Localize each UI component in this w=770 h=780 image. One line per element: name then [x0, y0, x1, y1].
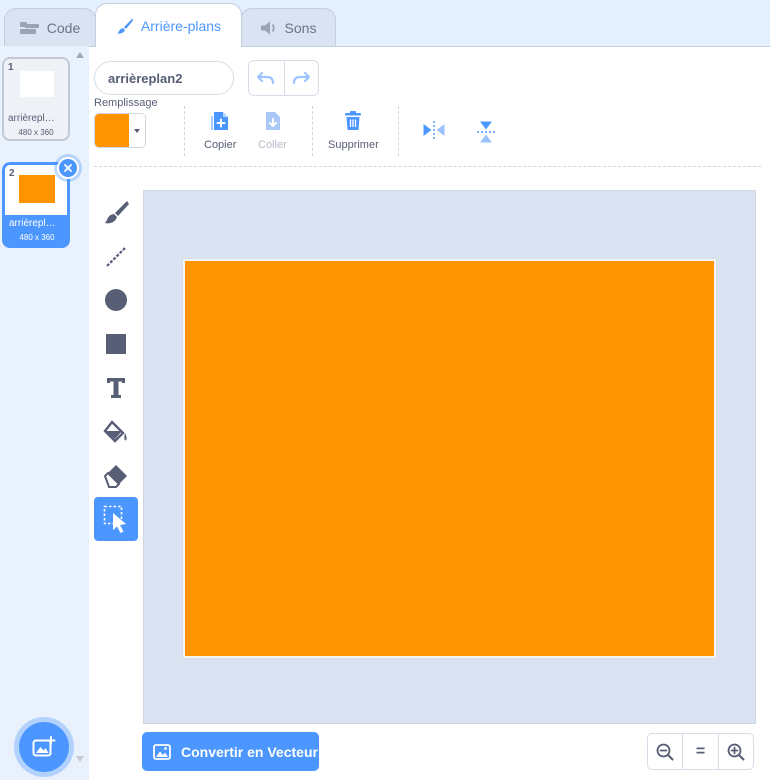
toolbar-divider [398, 106, 399, 156]
copy-button[interactable]: Copier [204, 110, 236, 151]
backdrop-thumbnail [19, 175, 55, 203]
paintbrush-icon [117, 18, 133, 34]
tab-backdrops-label: Arrière-plans [140, 17, 222, 34]
costume-name-input[interactable] [94, 61, 234, 95]
scroll-down-arrow-icon[interactable] [76, 756, 84, 762]
circle-icon [105, 289, 127, 311]
backdrop-list-scrollbar[interactable] [72, 46, 88, 780]
zoom-out-icon [656, 743, 674, 760]
toolbar-divider [94, 166, 761, 167]
paste-label: Coller [258, 139, 287, 151]
tab-sounds-label: Sons [284, 19, 317, 36]
brush-icon [105, 201, 129, 224]
line-tool[interactable] [94, 234, 138, 278]
paint-bucket-icon [103, 420, 127, 443]
selection-cursor-icon [103, 505, 126, 533]
add-image-icon [32, 736, 56, 757]
copy-icon [211, 112, 229, 130]
backdrop-size: 480 x 360 [18, 128, 54, 137]
backdrop-number: 2 [9, 168, 15, 179]
copy-label: Copier [204, 139, 237, 151]
tab-backdrops[interactable]: Arrière-plans [95, 3, 242, 47]
circle-tool[interactable] [94, 278, 138, 322]
toolbar-divider [312, 106, 313, 156]
backdrop-item-1[interactable]: 1 arrièrepl… 480 x 360 [2, 57, 70, 141]
eraser-tool[interactable] [94, 454, 138, 498]
zoom-in-icon [727, 743, 745, 760]
zoom-out-button[interactable] [648, 734, 682, 769]
editor-tabs: Code Arrière-plans Sons [0, 0, 770, 47]
brush-tool[interactable] [94, 190, 138, 234]
zoom-reset-button[interactable]: = [682, 734, 717, 769]
rectangle-icon [106, 334, 126, 354]
flip-horizontal-button[interactable] [422, 120, 446, 140]
select-tool[interactable] [94, 497, 138, 541]
eraser-icon [103, 465, 127, 488]
backdrop-name: arrièrepl… [8, 113, 55, 124]
add-backdrop-button[interactable] [19, 722, 69, 772]
speaker-icon [260, 21, 275, 34]
zoom-reset-label: = [695, 742, 706, 760]
undo-icon [257, 72, 275, 84]
backdrop-name: arrièrepl… [9, 218, 56, 229]
delete-button[interactable]: Supprimer [328, 110, 379, 151]
fill-color-picker[interactable] [94, 113, 146, 148]
zoom-controls: = [647, 733, 754, 770]
tab-code[interactable]: Code [4, 8, 96, 46]
convert-to-vector-button[interactable]: Convertir en Vecteur [142, 732, 319, 771]
backdrop-number: 1 [8, 62, 14, 73]
undo-redo-group [248, 60, 319, 96]
tab-sounds[interactable]: Sons [240, 8, 336, 46]
flip-horizontal-icon [423, 121, 445, 139]
backdrop-item-2[interactable]: 2 arrièrepl… 480 x 360 [2, 157, 79, 248]
paste-button[interactable]: Coller [258, 110, 287, 151]
code-icon [19, 21, 39, 34]
fill-color-swatch [95, 114, 129, 147]
rectangle-tool[interactable] [94, 322, 138, 366]
fill-label: Remplissage [94, 97, 158, 109]
flip-vertical-button[interactable] [476, 120, 496, 144]
redo-icon [293, 72, 311, 84]
delete-label: Supprimer [328, 139, 379, 151]
paste-icon [266, 112, 281, 130]
line-icon [106, 246, 127, 267]
convert-to-vector-label: Convertir en Vecteur [181, 743, 318, 760]
text-icon [107, 378, 125, 398]
tab-code-label: Code [46, 19, 81, 36]
backdrop-thumbnail [20, 71, 54, 97]
zoom-in-button[interactable] [717, 734, 753, 769]
undo-button[interactable] [249, 61, 284, 95]
close-icon [64, 164, 72, 172]
redo-button[interactable] [283, 61, 319, 95]
toolbar-divider [184, 106, 185, 156]
image-icon [153, 743, 171, 760]
backdrop-canvas[interactable] [182, 258, 717, 659]
text-tool[interactable] [94, 366, 138, 410]
chevron-down-icon [129, 114, 145, 147]
scroll-up-arrow-icon[interactable] [76, 52, 84, 58]
backdrop-size: 480 x 360 [19, 233, 55, 242]
fill-tool[interactable] [94, 410, 138, 454]
flip-vertical-icon [477, 121, 495, 143]
trash-icon [345, 111, 362, 130]
delete-backdrop-button[interactable] [57, 157, 79, 179]
